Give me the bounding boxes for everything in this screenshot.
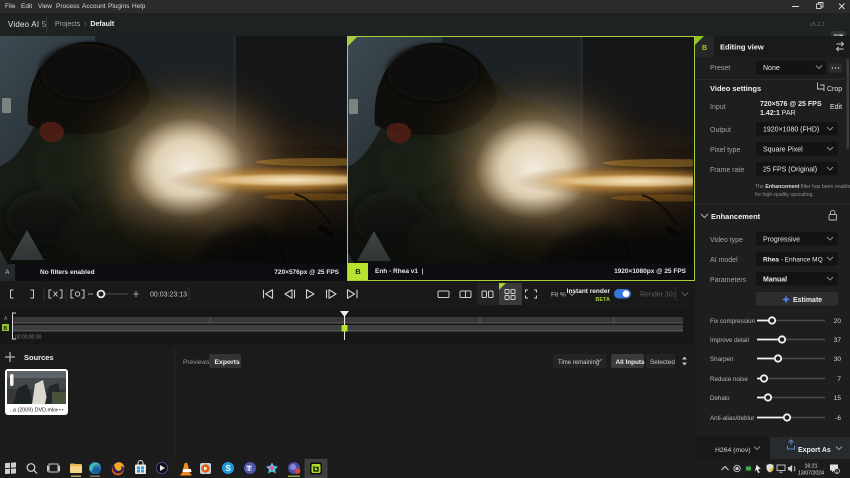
svg-text:A: A: [4, 316, 8, 322]
svg-text:B: B: [4, 326, 8, 332]
svg-text:Export As: Export As: [798, 447, 831, 454]
svg-text:All Inputs: All Inputs: [616, 359, 646, 366]
svg-text:Edit: Edit: [830, 104, 842, 111]
svg-text:Output: Output: [710, 127, 731, 134]
svg-text:Video settings: Video settings: [710, 84, 761, 93]
svg-text:Rhea - Enhance MQ: Rhea - Enhance MQ: [763, 257, 823, 264]
svg-text:Enhancement: Enhancement: [711, 212, 761, 221]
svg-text:Preset: Preset: [710, 65, 730, 72]
svg-text:Exports: Exports: [215, 359, 241, 366]
svg-text:Frame rate: Frame rate: [710, 167, 744, 174]
svg-text:00:00:00:00: 00:00:00:00: [15, 335, 42, 341]
svg-text:Input: Input: [710, 104, 726, 111]
svg-text:Render 30s: Render 30s: [640, 292, 677, 299]
svg-text:Editing view: Editing view: [720, 43, 764, 52]
svg-text:Square Pixel: Square Pixel: [763, 147, 803, 154]
svg-text:BETA: BETA: [595, 297, 610, 303]
svg-text:Progressive: Progressive: [763, 237, 800, 244]
svg-text:Video type: Video type: [710, 237, 743, 244]
svg-text:20: 20: [834, 318, 842, 325]
svg-text:1920×1080 (FHD): 1920×1080 (FHD): [763, 127, 819, 134]
svg-text:7: 7: [837, 376, 841, 383]
svg-text:..a (2009) DVD.mkv: ..a (2009) DVD.mkv: [10, 408, 58, 414]
svg-text:00:03:23:13: 00:03:23:13: [150, 292, 187, 299]
svg-text:Anti-alias/deblur: Anti-alias/deblur: [710, 415, 754, 422]
svg-text:AI model: AI model: [710, 257, 738, 264]
svg-text:Time remaining: Time remaining: [558, 360, 599, 366]
svg-text:16:21: 16:21: [805, 464, 818, 470]
svg-text:Parameters: Parameters: [710, 277, 747, 284]
svg-text:Sharpen: Sharpen: [710, 356, 734, 363]
svg-text:Sources: Sources: [24, 353, 54, 362]
svg-text:T: T: [247, 466, 252, 473]
svg-text:Selected: Selected: [650, 359, 675, 366]
svg-text:Pixel type: Pixel type: [710, 147, 740, 154]
svg-text:Reduce noise: Reduce noise: [710, 376, 748, 383]
svg-text:15: 15: [834, 395, 842, 402]
svg-text:Fix compression: Fix compression: [710, 318, 756, 325]
svg-text:Previews: Previews: [183, 359, 210, 366]
svg-text:S: S: [226, 464, 232, 473]
svg-text:None: None: [763, 65, 780, 72]
svg-text:Dehalo: Dehalo: [710, 395, 730, 402]
svg-text:-6: -6: [835, 415, 841, 422]
svg-text:B: B: [702, 45, 707, 52]
svg-text:720×576 @ 25 FPS: 720×576 @ 25 FPS: [760, 101, 822, 108]
svg-text:30: 30: [834, 356, 842, 363]
svg-text:Instant render: Instant render: [567, 288, 611, 295]
svg-text:Manual: Manual: [763, 277, 787, 284]
svg-text:25 FPS (Original): 25 FPS (Original): [763, 167, 817, 174]
svg-text:1.42:1 PAR: 1.42:1 PAR: [760, 110, 796, 117]
svg-text:37: 37: [834, 337, 842, 344]
svg-text:Estimate: Estimate: [793, 297, 822, 304]
svg-text:Improve detail: Improve detail: [710, 337, 749, 344]
svg-text:H264 (mov): H264 (mov): [715, 447, 751, 454]
svg-text:The Enhancement filter has bee: The Enhancement filter has been enabled: [755, 184, 850, 190]
svg-text:Fit %: Fit %: [551, 292, 566, 299]
svg-text:Crop: Crop: [827, 86, 842, 93]
svg-text:13/07/2024: 13/07/2024: [798, 471, 824, 477]
svg-text:for high-quality upscaling.: for high-quality upscaling.: [755, 192, 814, 198]
